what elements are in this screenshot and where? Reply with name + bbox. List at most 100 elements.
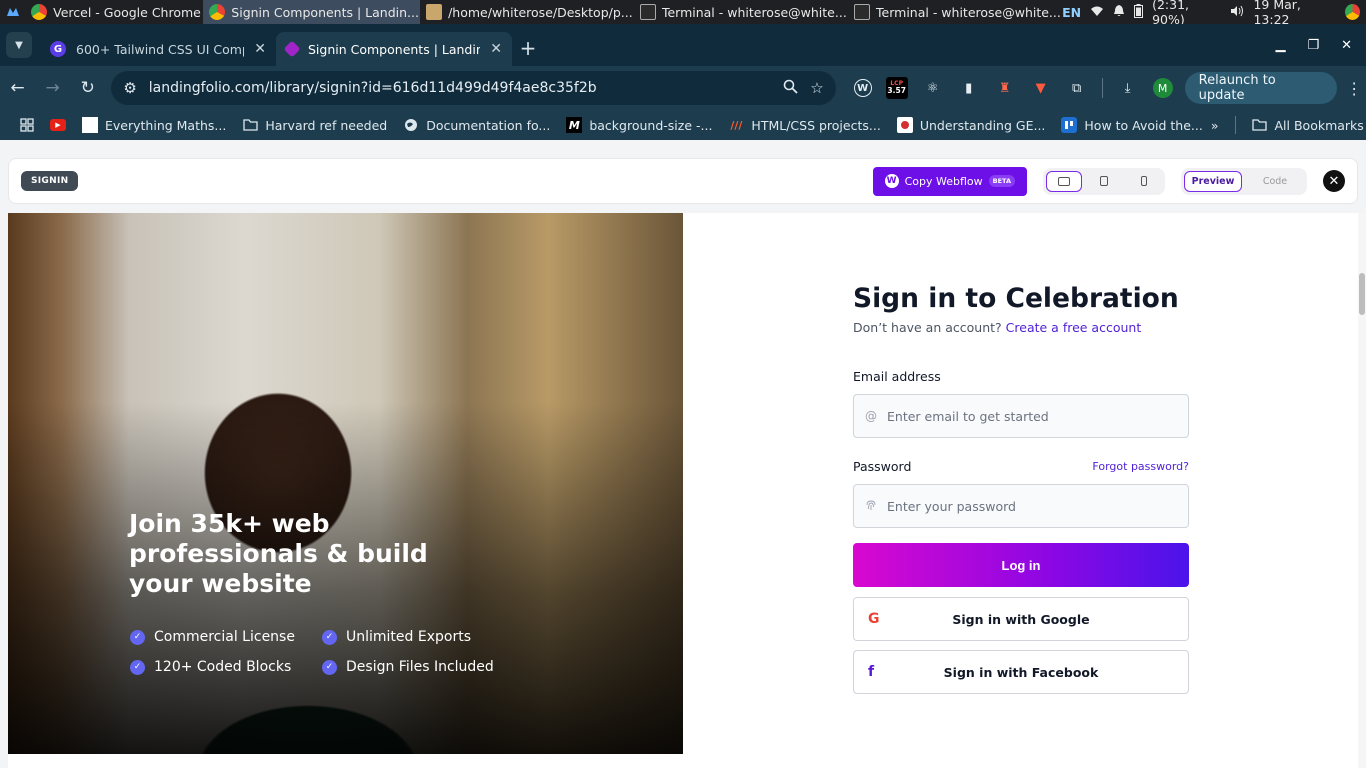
google-signin-button[interactable]: G Sign in with Google <box>853 597 1189 641</box>
lcp-extension-icon[interactable]: LCP 3.57 <box>885 77 908 99</box>
bookmark-html-css-projects[interactable]: /// HTML/CSS projects... <box>720 117 888 133</box>
password-group: Password Forgot password? <box>853 459 1189 528</box>
facebook-signin-button[interactable]: f Sign in with Facebook <box>853 650 1189 694</box>
check-icon: ✓ <box>130 659 145 675</box>
address-bar[interactable]: ⚙ landingfolio.com/library/signin?id=616… <box>111 71 836 105</box>
email-field[interactable] <box>887 408 1178 424</box>
trello-icon <box>1061 117 1078 133</box>
taskbar-item-terminal-2[interactable]: Terminal - whiterose@white... <box>848 0 1062 24</box>
apps-icon[interactable] <box>12 118 42 132</box>
beta-badge: BETA <box>988 175 1015 187</box>
taskbar-item-signin[interactable]: Signin Components | Landin... <box>203 0 421 24</box>
site-info-icon[interactable]: ⚙ <box>123 79 136 97</box>
bookmark-everything-maths[interactable]: Everything Maths... <box>74 117 234 133</box>
chrome-icon <box>31 4 48 20</box>
close-icon[interactable]: ✕ <box>254 41 266 57</box>
terminal-icon <box>639 4 656 20</box>
create-account-link[interactable]: Create a free account <box>1006 320 1142 335</box>
volume-icon[interactable] <box>1230 5 1244 20</box>
wifi-icon[interactable] <box>1090 5 1104 20</box>
keyboard-layout[interactable]: EN <box>1062 5 1081 20</box>
landingfolio-icon <box>283 40 301 58</box>
extension-red-icon[interactable]: ♜ <box>994 77 1016 99</box>
forgot-password-link[interactable]: Forgot password? <box>1092 460 1189 473</box>
minimize-icon[interactable]: ▁ <box>1275 38 1285 53</box>
relaunch-button[interactable]: Relaunch to update <box>1184 72 1337 104</box>
red-icon <box>896 117 913 133</box>
globe-icon <box>403 117 419 133</box>
bookmark-background-size[interactable]: M background-size -... <box>558 117 720 133</box>
vertical-scrollbar[interactable] <box>1358 213 1366 768</box>
close-preview-button[interactable]: ✕ <box>1323 170 1345 192</box>
taskbar-item-terminal-1[interactable]: Terminal - whiterose@white... <box>634 0 848 24</box>
chevron-right-icon[interactable]: » <box>1211 118 1219 133</box>
bell-icon[interactable] <box>1113 4 1125 20</box>
url-text[interactable]: landingfolio.com/library/signin?id=616d1… <box>149 80 771 96</box>
battery-icon[interactable] <box>1134 3 1144 21</box>
mobile-icon <box>1141 176 1147 186</box>
download-icon[interactable]: ⤓ <box>1117 77 1139 99</box>
fox-icon[interactable]: ▼ <box>1030 77 1052 99</box>
feature-item: ✓ 120+ Coded Blocks <box>130 659 322 675</box>
zoom-search-icon[interactable] <box>783 79 798 98</box>
star-icon[interactable]: ☆ <box>810 79 823 97</box>
hero-image-panel: Join 35k+ web professionals & build your… <box>8 213 683 754</box>
feature-list: ✓ Commercial License ✓ Unlimited Exports… <box>130 629 514 675</box>
bookmark-youtube[interactable]: ▶ <box>42 119 74 131</box>
password-field-wrapper <box>853 484 1189 528</box>
codepen-icon: /// <box>730 118 743 132</box>
preview-tab[interactable]: Preview <box>1184 170 1242 192</box>
password-field[interactable] <box>887 498 1178 514</box>
scrollbar-thumb[interactable] <box>1359 273 1365 315</box>
extensions: W LCP 3.57 ⚛ ▮ ♜ ▼ ⧉ ⤓ M <box>853 77 1173 99</box>
login-button[interactable]: Log in <box>853 543 1189 587</box>
new-tab-button[interactable]: + <box>512 32 544 64</box>
wappalyzer-icon[interactable]: W <box>853 79 872 97</box>
desktop-icon <box>1058 176 1070 186</box>
puzzle-icon[interactable]: ⧉ <box>1066 77 1088 99</box>
chrome-icon[interactable] <box>1344 4 1361 20</box>
all-bookmarks[interactable]: All Bookmarks <box>1252 117 1364 133</box>
at-icon: @ <box>865 409 877 423</box>
clock[interactable]: 19 Mar, 13:22 <box>1253 0 1335 27</box>
menu-icon[interactable] <box>0 0 25 24</box>
preview-code-toggle: Preview Code <box>1181 167 1307 195</box>
tablet-view-button[interactable] <box>1086 171 1122 192</box>
back-button[interactable]: ← <box>0 70 35 106</box>
page-icon <box>82 117 98 133</box>
feature-item: ✓ Commercial License <box>130 629 322 645</box>
profile-avatar[interactable]: M <box>1152 78 1173 98</box>
forward-button[interactable]: → <box>35 70 70 106</box>
email-label: Email address <box>853 369 941 384</box>
react-devtools-icon[interactable]: ⚛ <box>922 77 944 99</box>
system-tray: EN (2:31, 90%) 19 Mar, 13:22 <box>1062 0 1366 27</box>
reload-button[interactable]: ↻ <box>70 70 105 106</box>
page-content: SIGNIN W Copy Webflow BETA Preview Code … <box>0 140 1366 768</box>
bookmark-understanding[interactable]: Understanding GE... <box>889 117 1054 133</box>
taskbar-item-files[interactable]: /home/whiterose/Desktop/p... <box>420 0 634 24</box>
taskbar-item-vercel[interactable]: Vercel - Google Chrome <box>25 0 203 24</box>
os-top-panel: Vercel - Google Chrome Signin Components… <box>0 0 1366 27</box>
close-window-icon[interactable]: ✕ <box>1341 38 1352 53</box>
bookmark-documentation[interactable]: Documentation fo... <box>395 117 558 133</box>
desktop-view-button[interactable] <box>1046 170 1082 192</box>
fingerprint-icon <box>864 499 878 514</box>
copy-webflow-button[interactable]: W Copy Webflow BETA <box>872 166 1027 196</box>
more-menu-icon[interactable]: ⋮ <box>1343 79 1366 98</box>
bookmark-harvard[interactable]: Harvard ref needed <box>234 117 395 133</box>
email-group: Email address @ <box>853 369 1189 438</box>
mdn-icon: M <box>566 117 583 133</box>
folder-icon <box>1252 117 1268 133</box>
close-icon[interactable]: ✕ <box>490 41 502 57</box>
terminal-icon <box>854 4 871 20</box>
bookmark-how-to-avoid[interactable]: How to Avoid the... <box>1053 117 1210 133</box>
password-label-row: Password Forgot password? <box>853 459 1189 474</box>
toolbar-divider <box>1101 78 1103 98</box>
clipboard-icon[interactable]: ▮ <box>958 77 980 99</box>
code-tab[interactable]: Code <box>1246 171 1304 192</box>
mobile-view-button[interactable] <box>1126 171 1162 192</box>
maximize-icon[interactable]: ❐ <box>1307 38 1319 53</box>
tab-signin[interactable]: Signin Components | Landing ✕ <box>276 32 512 66</box>
chevron-down-icon[interactable]: ▼ <box>6 32 32 58</box>
tab-tailwind[interactable]: G 600+ Tailwind CSS UI Compon ✕ <box>40 32 276 66</box>
